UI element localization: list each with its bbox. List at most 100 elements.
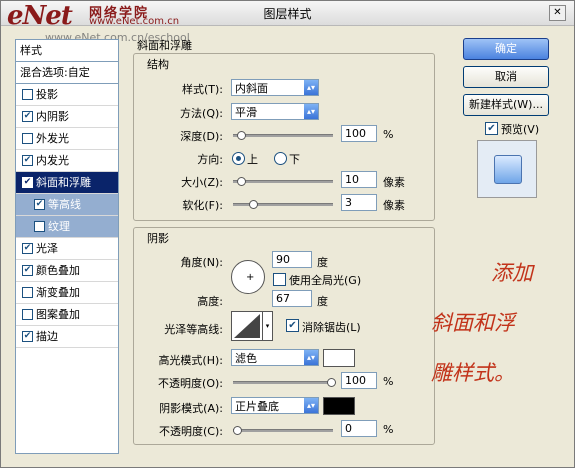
checkbox-color-overlay[interactable]: ✔ <box>22 265 33 276</box>
checkbox-drop-shadow[interactable] <box>22 89 33 100</box>
annotation-line-3: 雕样式。 <box>431 361 515 385</box>
size-unit: 像素 <box>383 176 405 189</box>
contour-dropdown-arrow-icon[interactable]: ▾ <box>262 311 273 341</box>
style-item-label: 光泽 <box>36 242 58 255</box>
depth-slider-knob[interactable] <box>237 131 246 140</box>
soften-unit: 像素 <box>383 199 405 212</box>
shadow-opacity-slider[interactable] <box>233 426 333 435</box>
checkbox-satin[interactable]: ✔ <box>22 243 33 254</box>
style-item-color-overlay[interactable]: ✔ 颜色叠加 <box>16 260 118 282</box>
style-preview <box>477 140 537 198</box>
size-input[interactable]: 10 <box>341 171 377 188</box>
style-item-contour[interactable]: ✔ 等高线 <box>16 194 118 216</box>
checkbox-outer-glow[interactable] <box>22 133 33 144</box>
size-slider[interactable] <box>233 177 333 186</box>
preview-checkbox[interactable]: ✔ <box>485 122 498 135</box>
title-bar: eNet 网络学院 www.eNet.com.cn 图层样式 ✕ <box>1 1 574 31</box>
style-item-satin[interactable]: ✔ 光泽 <box>16 238 118 260</box>
direction-up-radio[interactable] <box>232 152 245 165</box>
soften-label: 软化(F): <box>182 199 223 212</box>
size-label: 大小(Z): <box>181 176 223 189</box>
highlight-mode-label: 高光模式(H): <box>158 354 223 367</box>
depth-input[interactable]: 100 <box>341 125 377 142</box>
altitude-input[interactable]: 67 <box>272 290 312 307</box>
soften-slider[interactable] <box>233 200 333 209</box>
checkbox-texture[interactable] <box>34 221 45 232</box>
direction-down-radio[interactable] <box>274 152 287 165</box>
style-item-pattern-overlay[interactable]: 图案叠加 <box>16 304 118 326</box>
angle-dial[interactable]: + <box>231 260 265 294</box>
altitude-unit: 度 <box>317 295 328 308</box>
style-item-label: 外发光 <box>36 132 69 145</box>
style-list-header[interactable]: 样式 <box>16 40 118 62</box>
highlight-mode-dropdown[interactable]: 滤色 ▴▾ <box>231 349 319 366</box>
highlight-opacity-input[interactable]: 100 <box>341 372 377 389</box>
preview-label: 预览(V) <box>501 123 540 136</box>
style-item-label: 颜色叠加 <box>36 264 80 277</box>
style-item-inner-shadow[interactable]: ✔ 内阴影 <box>16 106 118 128</box>
global-light-checkbox[interactable] <box>273 273 286 286</box>
soften-input[interactable]: 3 <box>341 194 377 211</box>
updown-arrows-icon: ▴▾ <box>304 80 318 95</box>
dialog-title: 图层样式 <box>263 7 312 21</box>
shadow-mode-value: 正片叠底 <box>235 400 279 413</box>
highlight-color-swatch[interactable] <box>323 349 355 367</box>
antialias-checkbox[interactable]: ✔ <box>286 319 299 332</box>
depth-label: 深度(D): <box>180 130 223 143</box>
gloss-contour-label: 光泽等高线: <box>164 323 223 336</box>
depth-slider[interactable] <box>233 131 333 140</box>
style-item-stroke[interactable]: ✔ 描边 <box>16 326 118 348</box>
angle-crosshair-icon: + <box>246 272 255 283</box>
shadow-opacity-knob[interactable] <box>233 426 242 435</box>
shadow-opacity-unit: % <box>383 423 394 436</box>
highlight-opacity-knob[interactable] <box>327 378 336 387</box>
style-item-gradient-overlay[interactable]: 渐变叠加 <box>16 282 118 304</box>
style-dropdown-value: 内斜面 <box>235 82 268 95</box>
style-item-drop-shadow[interactable]: 投影 <box>16 84 118 106</box>
structure-title: 结构 <box>147 58 169 71</box>
style-item-inner-glow[interactable]: ✔ 内发光 <box>16 150 118 172</box>
technique-dropdown[interactable]: 平滑 ▴▾ <box>231 103 319 120</box>
checkbox-bevel-emboss[interactable]: ✔ <box>22 177 33 188</box>
angle-unit: 度 <box>317 256 328 269</box>
angle-label: 角度(N): <box>180 256 223 269</box>
style-item-label: 斜面和浮雕 <box>36 176 91 189</box>
updown-arrows-icon: ▴▾ <box>304 398 318 413</box>
gloss-contour-picker[interactable] <box>231 311 263 341</box>
blend-options-label: 混合选项:自定 <box>20 66 90 79</box>
highlight-opacity-slider[interactable] <box>233 378 336 387</box>
checkbox-pattern-overlay[interactable] <box>22 309 33 320</box>
global-light-label: 使用全局光(G) <box>289 274 362 287</box>
shadow-mode-dropdown[interactable]: 正片叠底 ▴▾ <box>231 397 319 414</box>
ok-button[interactable]: 确定 <box>463 38 549 60</box>
shading-title: 阴影 <box>147 232 169 245</box>
blend-options-item[interactable]: 混合选项:自定 <box>16 62 118 84</box>
style-item-texture[interactable]: 纹理 <box>16 216 118 238</box>
style-list-header-label: 样式 <box>20 44 42 57</box>
contour-curve-icon <box>234 314 260 338</box>
soften-slider-knob[interactable] <box>249 200 258 209</box>
style-item-label: 纹理 <box>48 220 70 233</box>
style-label: 样式(T): <box>181 83 223 96</box>
checkbox-gradient-overlay[interactable] <box>22 287 33 298</box>
direction-down-label: 下 <box>289 153 300 166</box>
style-item-label: 内发光 <box>36 154 69 167</box>
shadow-color-swatch[interactable] <box>323 397 355 415</box>
shadow-opacity-label: 不透明度(C): <box>159 425 223 438</box>
cancel-button[interactable]: 取消 <box>463 66 549 88</box>
bevel-section-title: 斜面和浮雕 <box>137 39 192 52</box>
angle-input[interactable]: 90 <box>272 251 312 268</box>
style-dropdown[interactable]: 内斜面 ▴▾ <box>231 79 319 96</box>
highlight-opacity-unit: % <box>383 375 394 388</box>
checkbox-inner-glow[interactable]: ✔ <box>22 155 33 166</box>
close-button[interactable]: ✕ <box>549 5 566 21</box>
size-slider-knob[interactable] <box>237 177 246 186</box>
style-item-label: 内阴影 <box>36 110 69 123</box>
shadow-opacity-input[interactable]: 0 <box>341 420 377 437</box>
checkbox-inner-shadow[interactable]: ✔ <box>22 111 33 122</box>
new-style-button[interactable]: 新建样式(W)... <box>463 94 549 116</box>
checkbox-stroke[interactable]: ✔ <box>22 331 33 342</box>
checkbox-contour[interactable]: ✔ <box>34 199 45 210</box>
style-item-bevel-emboss[interactable]: ✔ 斜面和浮雕 <box>16 172 118 194</box>
style-item-outer-glow[interactable]: 外发光 <box>16 128 118 150</box>
